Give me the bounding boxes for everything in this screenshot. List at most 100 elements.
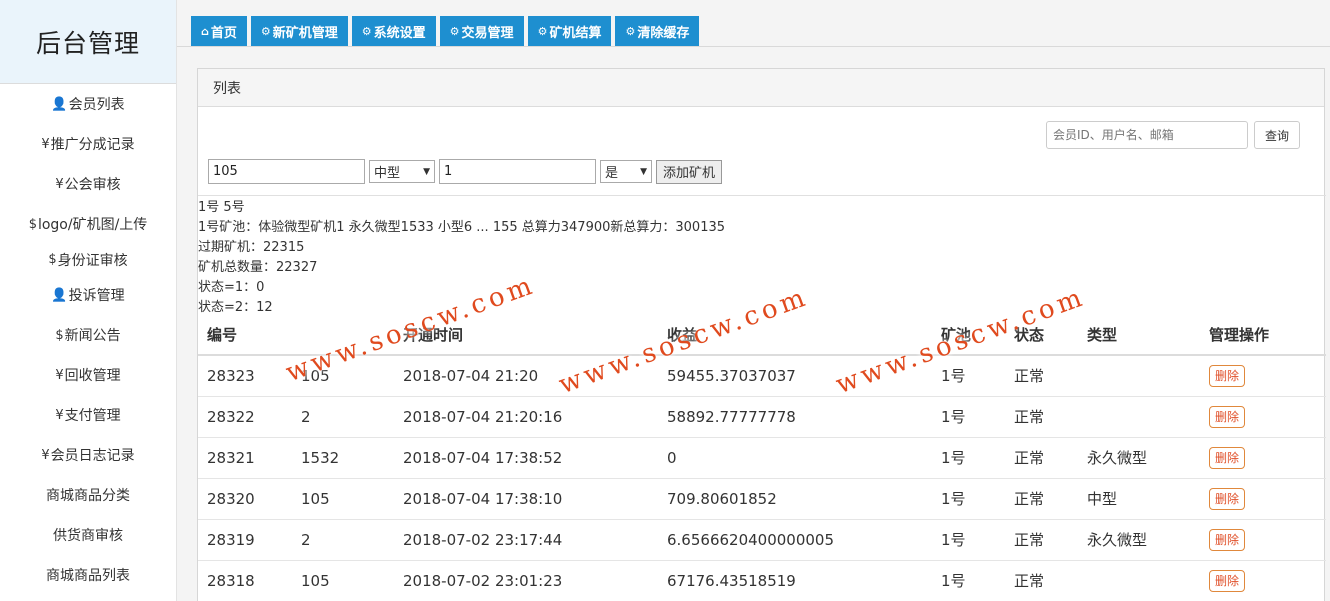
cell-pool: 1号 — [932, 559, 1005, 601]
cell-status: 正常 — [1005, 436, 1078, 478]
cell-user: 105 — [292, 354, 394, 396]
tab-home[interactable]: ⌂ 首页 — [191, 16, 247, 46]
sidebar-item-label: 供货商审核 — [53, 528, 123, 544]
cell-id: 28320 — [198, 477, 292, 519]
cell-actions: 删除 — [1200, 559, 1326, 601]
table-row: 28322 2 2018-07-04 21:20:16 58892.777777… — [198, 395, 1326, 437]
cell-pool: 1号 — [932, 477, 1005, 519]
tab-label: 交易管理 — [461, 25, 514, 41]
tab-label: 新矿机管理 — [272, 25, 338, 41]
delete-button[interactable]: 删除 — [1209, 364, 1246, 387]
sidebar-item-logo-upload[interactable]: $ logo/矿机图/上传 — [0, 204, 176, 244]
search-input[interactable] — [1045, 121, 1248, 149]
cell-time: 2018-07-04 21:20:16 — [394, 395, 658, 437]
yen-icon: ¥ — [55, 407, 64, 423]
add-miner-form: 105 中型 ▼ 1 是 ▼ 添加矿机 — [208, 159, 723, 184]
quantity-field[interactable]: 1 — [439, 159, 596, 184]
tab-label: 首页 — [210, 25, 237, 41]
home-icon: ⌂ — [201, 24, 209, 38]
gears-icon: ⚙ — [537, 24, 548, 38]
gears-icon: ⚙ — [625, 24, 636, 38]
sidebar-item-promo-records[interactable]: ¥ 推广分成记录 — [0, 124, 176, 164]
gears-icon: ⚙ — [361, 24, 372, 38]
sidebar-item-label: 商城商品列表 — [46, 568, 130, 584]
user-id-field[interactable]: 105 — [208, 159, 365, 184]
sidebar-item-product-list[interactable]: 商城商品列表 — [0, 555, 176, 595]
cell-user: 105 — [292, 477, 394, 519]
sidebar-item-member-log[interactable]: ¥ 会员日志记录 — [0, 435, 176, 475]
col-header-income: 收益 — [658, 315, 932, 356]
cell-income: 67176.43518519 — [658, 559, 932, 601]
chevron-down-icon: ▼ — [640, 166, 647, 177]
cell-id: 28318 — [198, 559, 292, 601]
sidebar-menu: 👤 会员列表 ¥ 推广分成记录 ¥ 公会审核 $ logo/矿机图/上传 $ 身份证… — [0, 84, 176, 595]
col-header-id: 编号 — [198, 315, 292, 356]
sidebar-item-recycle[interactable]: ¥ 回收管理 — [0, 355, 176, 395]
miner-type-value: 中型 — [374, 166, 401, 181]
sidebar-item-member-list[interactable]: 👤 会员列表 — [0, 84, 176, 124]
sidebar-item-label: 支付管理 — [64, 408, 121, 424]
gears-icon: ⚙ — [260, 24, 271, 38]
cell-status: 正常 — [1005, 559, 1078, 601]
sidebar-item-product-category[interactable]: 商城商品分类 — [0, 475, 176, 515]
stats-line: 状态=1：0 — [198, 280, 265, 295]
sidebar-item-news[interactable]: $ 新闻公告 — [0, 315, 176, 355]
search-bar: 查询 — [1045, 121, 1300, 149]
cell-id: 28322 — [198, 395, 292, 437]
delete-button[interactable]: 删除 — [1209, 528, 1246, 551]
col-header-status: 状态 — [1005, 315, 1078, 356]
col-header-actions: 管理操作 — [1200, 315, 1326, 356]
dollar-icon: $ — [28, 216, 37, 232]
tab-system-settings[interactable]: ⚙ 系统设置 — [351, 16, 436, 46]
add-miner-button[interactable]: 添加矿机 — [656, 159, 723, 184]
sidebar-item-guild-review[interactable]: ¥ 公会审核 — [0, 164, 176, 204]
user-icon: 👤 — [51, 96, 68, 112]
sidebar-item-label: 会员日志记录 — [50, 448, 135, 464]
tab-trade-management[interactable]: ⚙ 交易管理 — [439, 16, 524, 46]
yen-icon: ¥ — [41, 136, 50, 152]
cell-actions: 删除 — [1200, 395, 1326, 437]
cell-status: 正常 — [1005, 354, 1078, 396]
delete-button[interactable]: 删除 — [1209, 446, 1246, 469]
stats-line: 1号矿池：体验微型矿机1 永久微型1533 小型6 ... 155 总算力347… — [198, 220, 726, 235]
cell-income: 709.80601852 — [658, 477, 932, 519]
cell-pool: 1号 — [932, 354, 1005, 396]
cell-income: 59455.37037037 — [658, 354, 932, 396]
sidebar-item-label: 推广分成记录 — [50, 137, 135, 153]
sidebar-item-supplier-review[interactable]: 供货商审核 — [0, 515, 176, 555]
delete-button[interactable]: 删除 — [1209, 569, 1246, 592]
table-header-row: 编号 开通时间 收益 矿池 状态 类型 管理操作 — [198, 315, 1326, 356]
cell-time: 2018-07-02 23:01:23 — [394, 559, 658, 601]
delete-button[interactable]: 删除 — [1209, 405, 1246, 428]
stats-line: 矿机总数量：22327 — [198, 260, 318, 275]
delete-button[interactable]: 删除 — [1209, 487, 1246, 510]
tab-miner-management[interactable]: ⚙ 新矿机管理 — [250, 16, 348, 46]
search-button[interactable]: 查询 — [1253, 121, 1300, 149]
flag-select[interactable]: 是 ▼ — [600, 160, 652, 183]
sidebar-item-label: 商城商品分类 — [46, 488, 130, 504]
brand-title: 后台管理 — [35, 28, 140, 58]
cell-time: 2018-07-04 21:20 — [394, 354, 658, 396]
cell-income: 0 — [658, 436, 932, 478]
miner-type-select[interactable]: 中型 ▼ — [369, 160, 435, 183]
sidebar-item-label: 新闻公告 — [64, 328, 121, 344]
cell-type — [1078, 559, 1200, 601]
cell-income: 6.6566620400000005 — [658, 518, 932, 560]
cell-user: 105 — [292, 559, 394, 601]
sidebar-item-id-review[interactable]: $ 身份证审核 — [0, 244, 176, 275]
table-row: 28323 105 2018-07-04 21:20 59455.3703703… — [198, 354, 1326, 396]
table-row: 28318 105 2018-07-02 23:01:23 67176.4351… — [198, 559, 1326, 601]
stats-line: 过期矿机：22315 — [198, 240, 305, 255]
tab-miner-settlement[interactable]: ⚙ 矿机结算 — [527, 16, 612, 46]
table-row: 28321 1532 2018-07-04 17:38:52 0 1号 正常 永… — [198, 436, 1326, 478]
sidebar-item-label: 身份证审核 — [57, 252, 128, 269]
col-header-type: 类型 — [1078, 315, 1200, 356]
tab-clear-cache[interactable]: ⚙ 清除缓存 — [615, 16, 700, 46]
sidebar-item-payment[interactable]: ¥ 支付管理 — [0, 395, 176, 435]
tab-label: 系统设置 — [373, 25, 426, 41]
sidebar-item-label: 会员列表 — [68, 97, 125, 113]
sidebar-item-complaints[interactable]: 👤 投诉管理 — [0, 275, 176, 315]
col-header-pool: 矿池 — [932, 315, 1005, 356]
sidebar-item-label: 公会审核 — [64, 177, 121, 193]
miner-table: 编号 开通时间 收益 矿池 状态 类型 管理操作 28323 105 2018-… — [198, 315, 1326, 601]
